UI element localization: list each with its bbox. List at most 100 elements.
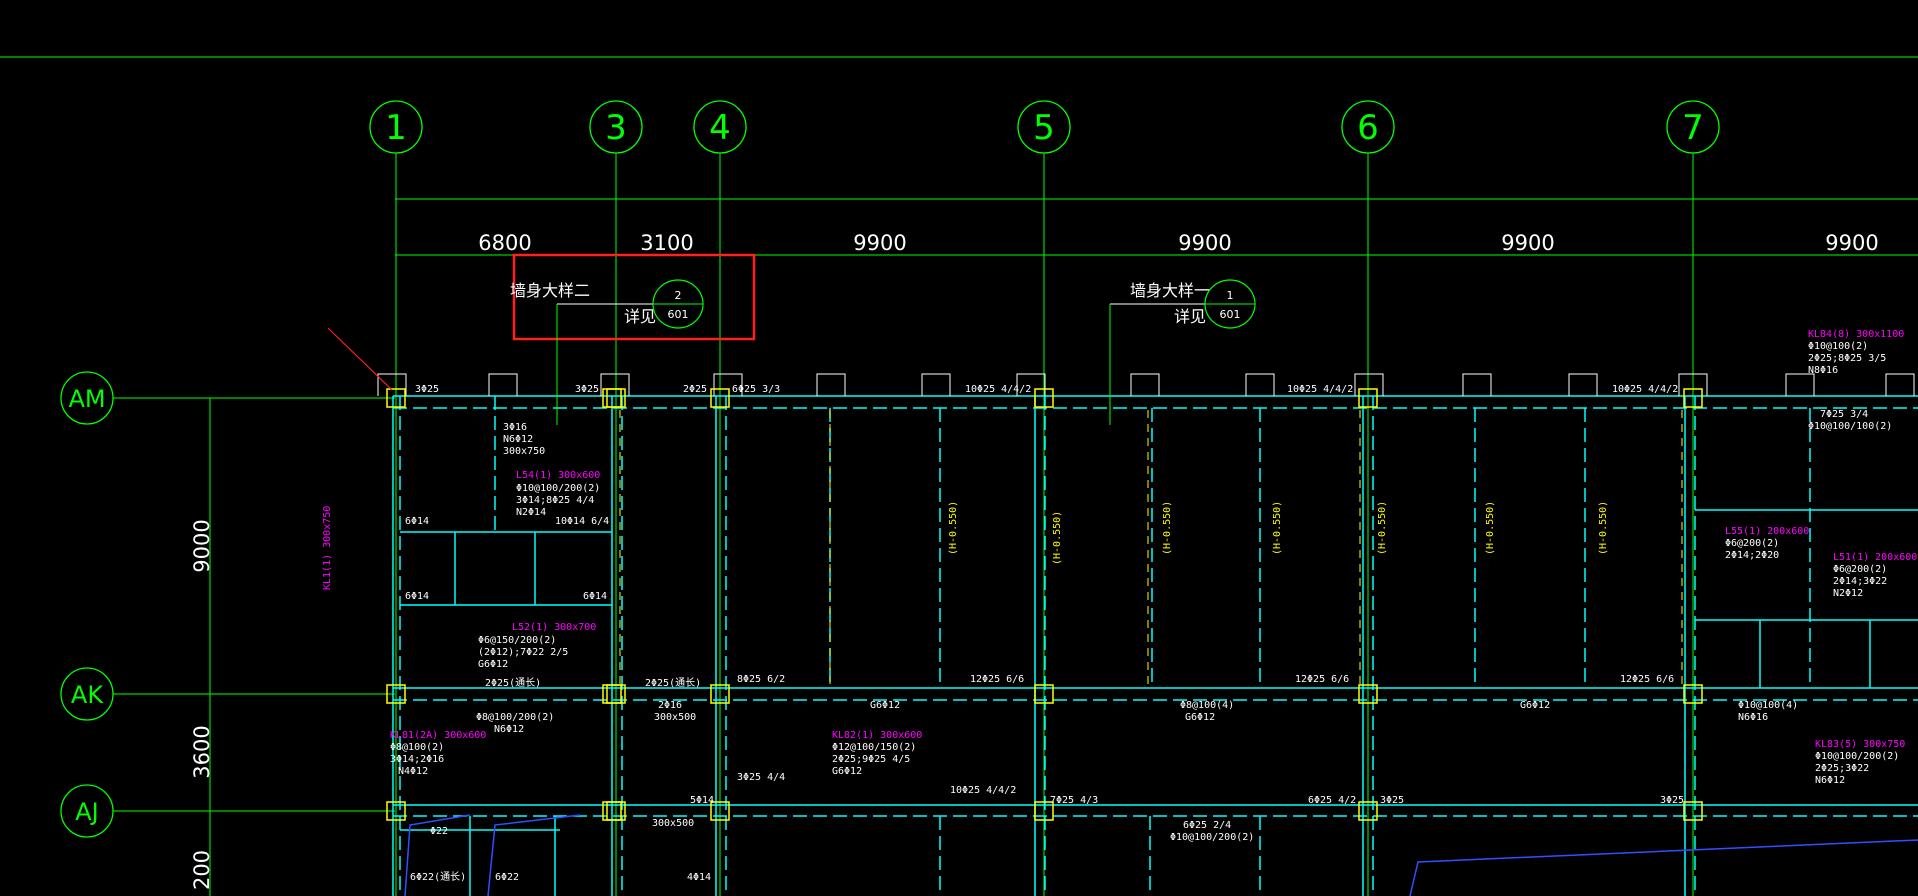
axis-bubble-4[interactable]: 4 (693, 100, 747, 154)
detail-number: 2 (675, 289, 682, 302)
beam-annotation: Φ8@100/200(2) (476, 712, 554, 723)
yellow-line-group (619, 410, 1683, 686)
rebar-label-ak: 2Φ25(通长) (485, 677, 541, 689)
beam-annotation: 2Φ14;2Φ20 (1725, 550, 1779, 561)
beam-annotation: Φ10@100/200(2) (1170, 832, 1254, 843)
detail-title: 墙身大样一 (1130, 281, 1210, 300)
structural-plan: 1 34 5 6 7 AM AK AJ 墙身大样二 详见 2 601 墙身大样一 详见 1 … (0, 56, 1918, 896)
beam-annotation: Φ12@100/150(2) (832, 742, 916, 753)
beam-annotation: Φ10@100(4) (1738, 700, 1798, 711)
detail-number: 1 (1227, 289, 1234, 302)
beam-annotation: 6Φ25 2/4 (1183, 820, 1231, 831)
blue-line-group (404, 814, 1918, 896)
beam-annotation: N6Φ16 (1738, 712, 1768, 723)
rebar-label-ak: 12Φ25 6/6 (1620, 674, 1674, 685)
dimension-top: 6800 (478, 231, 531, 255)
beam-annotation: Φ10@100/100(2) (1808, 421, 1892, 432)
axis-label: 7 (1682, 108, 1704, 148)
elevation-label: (H-0.550) (1162, 501, 1173, 555)
beam-annotation: 7Φ25 3/4 (1820, 409, 1868, 420)
cad-drawing-canvas[interactable]: 1 34 5 6 7 AM AK AJ 墙身大样二 详见 2 601 墙身大样一 详见 … (0, 0, 1918, 896)
elevation-label: (H-0.550) (1377, 501, 1388, 555)
beam-annotation: 6Φ22(通长) (410, 871, 466, 883)
rebar-label-top: 3Φ25 (575, 384, 599, 395)
rebar-label-aj: 7Φ25 4/3 (1050, 795, 1098, 806)
elevation-label: (H-0.550) (1598, 501, 1609, 555)
beam-annotation: N2Φ12 (1833, 588, 1863, 599)
rebar-label-top: 6Φ25 3/3 (732, 384, 780, 395)
beam-annotation: 6Φ14 (405, 516, 429, 527)
beam-label: L54(1) 300x600 (516, 470, 600, 481)
beam-annotation: 2Φ25;3Φ22 (1815, 763, 1869, 774)
rebar-label-top: 10Φ25 4/4/2 (965, 384, 1031, 395)
horizontal-axis-group: AM AK AJ (60, 371, 393, 838)
beam-annotation: Φ22 (430, 826, 448, 837)
beam-annotation: N6Φ12 (494, 724, 524, 735)
axis-bubble-3[interactable]: 3 (589, 100, 643, 154)
beam-annotation: 300x750 (503, 446, 545, 457)
axis-bubble-AK[interactable]: AK (60, 667, 114, 721)
beam-annotation: Φ10@100/200(2) (1815, 751, 1899, 762)
dimension-left: 3600 (190, 725, 214, 778)
beam-annotation: Φ6@200(2) (1833, 564, 1887, 575)
dimension-top: 9900 (1178, 231, 1231, 255)
detail-callout-1[interactable]: 墙身大样一 详见 1 601 (1109, 279, 1256, 425)
beam-annotation: N2Φ14 (516, 507, 546, 518)
beam-annotation: G6Φ12 (1520, 700, 1550, 711)
axis-label: 6 (1357, 108, 1379, 148)
axis-label: 5 (1033, 108, 1055, 148)
elevation-label: (H-0.550) (948, 501, 959, 555)
rebar-label-ak: 12Φ25 6/6 (1295, 674, 1349, 685)
beam-annotation: N4Φ12 (398, 766, 428, 777)
beam-annotation: G6Φ12 (1185, 712, 1215, 723)
beam-annotation: Φ8@100(2) (390, 742, 444, 753)
elevation-label: (H-0.550) (1272, 501, 1283, 555)
beam-annotation: Φ10@100/200(2) (516, 483, 600, 494)
dimension-left: 200 (190, 850, 214, 890)
axis-bubble-5[interactable]: 5 (1017, 100, 1071, 154)
axis-bubble-AM[interactable]: AM (60, 371, 114, 425)
rebar-label-top: 10Φ25 4/4/2 (1287, 384, 1353, 395)
dimension-top: 9900 (1501, 231, 1554, 255)
beam-label: KL84(8) 300x1100 (1808, 329, 1904, 340)
rebar-label-top: 10Φ25 4/4/2 (1612, 384, 1678, 395)
beam-annotation: 6Φ14 (405, 591, 429, 602)
axis-bubble-AJ[interactable]: AJ (60, 784, 114, 838)
beam-annotation: (2Φ12);7Φ22 2/5 (478, 647, 568, 658)
beam-annotation: N8Φ16 (1808, 365, 1838, 376)
beam-annotation: 2Φ16 (658, 700, 682, 711)
rebar-label-aj: 10Φ25 4/4/2 (950, 785, 1016, 796)
axis-label: AK (71, 681, 104, 709)
rebar-label-aj: 3Φ25 (1660, 795, 1684, 806)
dimension-top: 9900 (1825, 231, 1878, 255)
axis-bubble-1[interactable]: 1 (369, 100, 423, 154)
rebar-label-ak: 8Φ25 6/2 (737, 674, 785, 685)
beam-label: KL1(1) 300x750 (322, 506, 333, 590)
rebar-label-ak: 2Φ25(通长) (645, 677, 701, 689)
detail-sheet: 601 (668, 308, 689, 321)
beam-annotation: 6Φ14 (583, 591, 607, 602)
beam-annotation: 3Φ14;8Φ25 4/4 (516, 495, 594, 506)
axis-label: 1 (385, 108, 407, 148)
dimension-top: 9900 (853, 231, 906, 255)
axis-bubble-6[interactable]: 6 (1341, 100, 1395, 154)
dimension-top: 3100 (640, 231, 693, 255)
beam-label: KL82(1) 300x600 (832, 730, 922, 741)
dimension-left: 9000 (190, 519, 214, 572)
rebar-label-top: 2Φ25 (683, 384, 707, 395)
axis-bubble-7[interactable]: 7 (1666, 100, 1720, 154)
beam-annotation: 3Φ14;2Φ16 (390, 754, 444, 765)
beam-annotation: 6Φ22 (495, 872, 519, 883)
rebar-label-aj: 5Φ14 (690, 795, 714, 806)
beam-annotation: Φ10@100(2) (1808, 341, 1868, 352)
beam-annotation: 300x500 (654, 712, 696, 723)
axis-label: AJ (75, 798, 99, 826)
beam-annotation: Φ6@200(2) (1725, 538, 1779, 549)
elevation-label: (H-0.550) (1485, 501, 1496, 555)
beam-label: L51(1) 200x600 (1833, 552, 1917, 563)
beam-annotation: 2Φ25;8Φ25 3/5 (1808, 353, 1886, 364)
beam-annotation: G6Φ12 (870, 700, 900, 711)
beam-label: KL81(2A) 300x600 (390, 730, 486, 741)
beam-label: L52(1) 300x700 (512, 622, 596, 633)
rebar-label-aj: 6Φ25 4/2 (1308, 795, 1356, 806)
